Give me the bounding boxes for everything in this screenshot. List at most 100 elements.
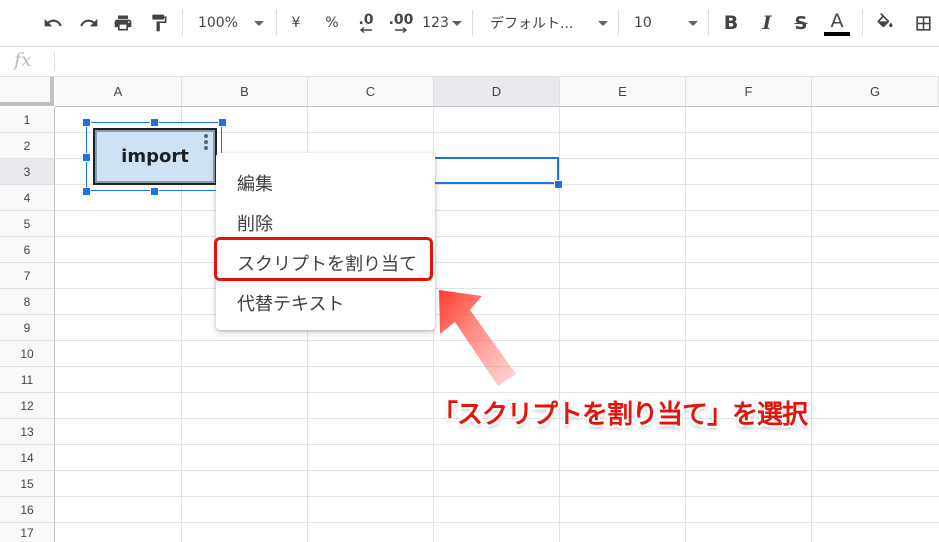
borders-icon[interactable] [910,0,936,46]
grid-line [55,444,939,445]
grid-line [55,470,939,471]
column-header-d[interactable]: D [434,77,560,107]
row-header[interactable]: 2 [0,133,55,159]
row-header[interactable]: 9 [0,315,55,341]
font-size-value: 10 [634,15,652,31]
toolbar-divider [618,10,619,36]
chevron-down-icon [451,20,462,26]
menu-item-edit[interactable]: 編集 [237,170,273,196]
arrow-right-icon [395,27,408,33]
import-label: import [121,146,189,167]
more-formats-select[interactable]: 123 [422,0,462,46]
grid-line [55,288,939,289]
row-header[interactable]: 13 [0,419,55,445]
formula-bar: fx [0,47,939,77]
resize-handle[interactable] [150,118,159,127]
row-header[interactable]: 4 [0,185,55,211]
grid-line [55,314,939,315]
row-header[interactable]: 14 [0,445,55,471]
row-header[interactable]: 6 [0,237,55,263]
row-header[interactable]: 10 [0,341,55,367]
print-icon[interactable] [110,0,136,46]
font-size-select[interactable]: 10 [634,0,698,46]
row-header[interactable]: 7 [0,263,55,289]
currency-format-button[interactable]: ¥ [284,0,308,46]
strikethrough-label: S [794,12,808,34]
resize-handle[interactable] [82,118,91,127]
fill-color-icon[interactable] [872,0,898,46]
paint-format-icon[interactable] [146,0,172,46]
grid-line [55,210,939,211]
undo-icon[interactable] [40,0,66,46]
grid-line [55,236,939,237]
font-family-select[interactable]: デフォルト... [490,0,608,46]
row-header[interactable]: 8 [0,289,55,315]
decrease-decimal-label: .0 [358,12,374,28]
highlight-box [214,237,433,281]
more-vert-icon[interactable] [202,134,210,154]
decrease-decimal-button[interactable]: .0 [352,0,380,46]
toolbar: 100% ¥ % .0 .00 123 デフォルト... 10 B I S A [0,0,939,47]
increase-decimal-label: .00 [388,12,414,28]
selected-cell-d3[interactable] [433,157,559,184]
grid-line [55,522,939,523]
resize-handle[interactable] [150,187,159,196]
fx-icon: fx [14,49,32,71]
grid-line [55,496,939,497]
font-family-value: デフォルト... [490,16,574,32]
percent-label: % [325,15,339,31]
resize-handle[interactable] [82,153,91,162]
text-color-swatch [824,31,850,36]
arrow-left-icon [359,27,372,33]
row-header[interactable]: 17 [0,523,55,542]
column-header-b[interactable]: B [182,77,308,107]
grid-line [559,107,560,542]
formula-input[interactable] [62,51,922,71]
grid-line [55,392,939,393]
percent-format-button[interactable]: % [320,0,344,46]
currency-label: ¥ [291,15,301,31]
select-all-corner[interactable] [0,77,54,106]
fill-handle[interactable] [554,180,563,189]
row-header[interactable]: 15 [0,471,55,497]
row-header[interactable]: 16 [0,497,55,523]
row-header[interactable]: 5 [0,211,55,237]
strikethrough-button[interactable]: S [789,0,813,46]
annotation-label: 「スクリプトを割り当て」を選択 [432,400,808,430]
redo-icon[interactable] [76,0,102,46]
column-header-g[interactable]: G [812,77,939,107]
bold-button[interactable]: B [719,0,743,46]
resize-handle[interactable] [82,187,91,196]
zoom-select[interactable]: 100% [192,0,270,46]
toolbar-divider [472,10,473,36]
text-color-label: A [830,9,844,32]
chevron-down-icon [254,20,265,26]
toolbar-divider [182,10,183,36]
column-header-e[interactable]: E [560,77,686,107]
formula-divider [54,52,55,71]
chevron-down-icon [688,20,698,26]
toolbar-divider [276,10,277,36]
bold-label: B [723,12,739,34]
row-header[interactable]: 3 [0,159,55,185]
toolbar-divider [708,10,709,36]
grid-line [811,107,812,542]
text-color-button[interactable]: A [823,0,851,46]
grid-line [55,366,939,367]
column-header-c[interactable]: C [308,77,434,107]
resize-handle[interactable] [218,118,227,127]
grid-line [55,340,939,341]
zoom-value: 100% [197,15,239,31]
row-header[interactable]: 11 [0,367,55,393]
chevron-down-icon [598,20,608,26]
row-header[interactable]: 12 [0,393,55,419]
menu-item-alt-text[interactable]: 代替テキスト [237,290,344,316]
column-header-f[interactable]: F [686,77,812,107]
import-drawing-button[interactable]: import [93,128,217,185]
increase-decimal-button[interactable]: .00 [386,0,416,46]
column-header-a[interactable]: A [55,77,182,107]
menu-item-delete[interactable]: 削除 [237,210,273,236]
grid-line [55,262,939,263]
italic-button[interactable]: I [755,0,779,46]
row-header[interactable]: 1 [0,107,55,133]
